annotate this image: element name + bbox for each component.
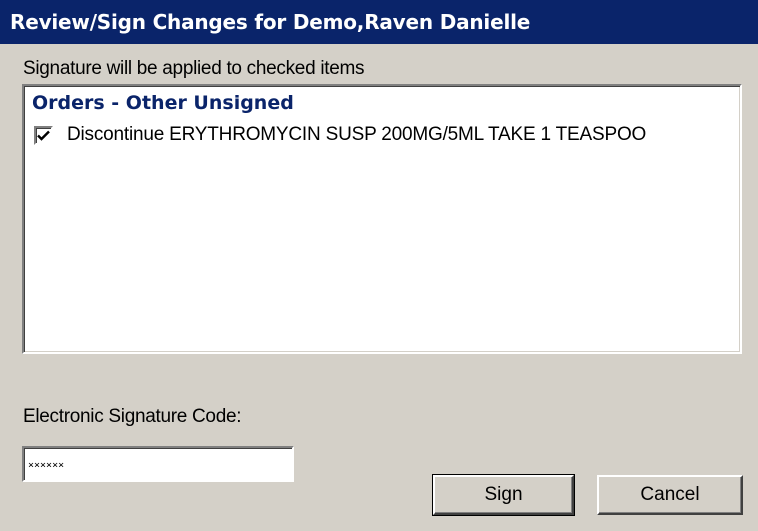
window-title: Review/Sign Changes for Demo,Raven Danie… <box>10 10 531 34</box>
checkmark-icon <box>37 130 50 141</box>
cancel-button[interactable]: Cancel <box>597 475 743 515</box>
title-bar[interactable]: Review/Sign Changes for Demo,Raven Danie… <box>0 0 758 44</box>
order-item-label: Discontinue ERYTHROMYCIN SUSP 200MG/5ML … <box>67 124 647 145</box>
instruction-text: Signature will be applied to checked ite… <box>23 58 365 79</box>
signature-code-label: Electronic Signature Code: <box>23 406 242 427</box>
order-item[interactable]: Discontinue ERYTHROMYCIN SUSP 200MG/5ML … <box>34 124 646 146</box>
group-header-orders: Orders - Other Unsigned <box>32 92 294 114</box>
orders-listbox[interactable]: Orders - Other Unsigned Discontinue ERYT… <box>22 84 742 354</box>
review-sign-dialog: Review/Sign Changes for Demo,Raven Danie… <box>0 0 758 531</box>
sign-button[interactable]: Sign <box>432 474 575 516</box>
signature-code-input[interactable] <box>22 446 294 482</box>
order-checkbox[interactable] <box>34 125 53 145</box>
